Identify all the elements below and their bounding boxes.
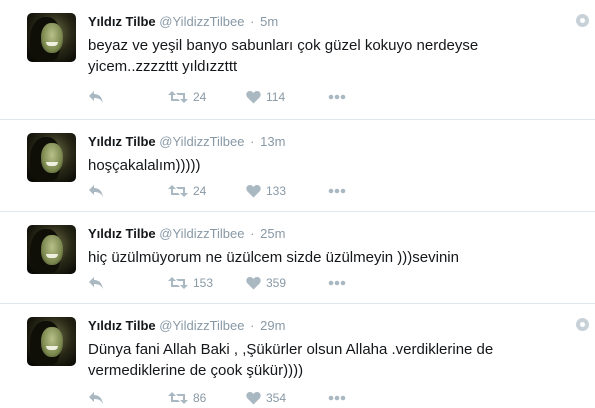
- more-dots-icon: [328, 280, 346, 286]
- retweet-count: 24: [193, 184, 207, 198]
- username[interactable]: @YildizzTilbee: [159, 14, 244, 29]
- reply-icon: [89, 392, 103, 404]
- separator: ·: [250, 134, 255, 149]
- heart-icon: [246, 184, 261, 198]
- like-button[interactable]: 359: [246, 274, 286, 292]
- tweet-actions: 24 133: [88, 182, 388, 200]
- username[interactable]: @YildizzTilbee: [159, 134, 244, 149]
- username[interactable]: @YildizzTilbee: [159, 226, 244, 241]
- tweet-item[interactable]: Yıldız Tilbe @YildizzTilbee · 5m beyaz v…: [0, 0, 595, 120]
- more-button[interactable]: [328, 274, 346, 292]
- tweet-text: Dünya fani Allah Baki , ,Şükürler olsun …: [88, 341, 494, 379]
- more-button[interactable]: [328, 88, 346, 106]
- tweet-item[interactable]: Yıldız Tilbe @YildizzTilbee · 13m hoşçak…: [0, 120, 595, 212]
- retweet-button[interactable]: 24: [168, 88, 206, 106]
- reply-button[interactable]: [88, 389, 104, 407]
- tweet-header: Yıldız Tilbe @YildizzTilbee · 25m: [88, 226, 285, 241]
- tweet-item[interactable]: Yıldız Tilbe @YildizzTilbee · 29m Dünya …: [0, 304, 595, 408]
- tweet-actions: 86 354: [88, 389, 388, 407]
- retweet-button[interactable]: 86: [168, 389, 206, 407]
- retweet-count: 86: [193, 391, 207, 405]
- gear-icon[interactable]: [576, 14, 589, 27]
- reply-button[interactable]: [88, 182, 104, 200]
- reply-icon: [89, 91, 103, 103]
- heart-icon: [246, 391, 261, 405]
- username[interactable]: @YildizzTilbee: [159, 318, 244, 333]
- reply-button[interactable]: [88, 274, 104, 292]
- display-name[interactable]: Yıldız Tilbe: [88, 14, 156, 29]
- retweet-icon: [168, 185, 188, 197]
- gear-icon[interactable]: [576, 318, 589, 331]
- display-name[interactable]: Yıldız Tilbe: [88, 318, 156, 333]
- tweet-text: beyaz ve yeşil banyo sabunları çok güzel…: [88, 37, 479, 75]
- retweet-count: 24: [193, 90, 207, 104]
- separator: ·: [250, 318, 255, 333]
- timestamp[interactable]: 29m: [260, 318, 285, 333]
- like-button[interactable]: 354: [246, 389, 286, 407]
- reply-icon: [89, 277, 103, 289]
- like-count: 359: [266, 276, 287, 290]
- like-count: 133: [266, 184, 287, 198]
- tweet-header: Yıldız Tilbe @YildizzTilbee · 13m: [88, 134, 285, 149]
- tweet-header: Yıldız Tilbe @YildizzTilbee · 29m: [88, 318, 285, 333]
- more-button[interactable]: [328, 182, 346, 200]
- display-name[interactable]: Yıldız Tilbe: [88, 134, 156, 149]
- display-name[interactable]: Yıldız Tilbe: [88, 226, 156, 241]
- profile-photo[interactable]: [27, 317, 76, 366]
- retweet-button[interactable]: 153: [168, 274, 213, 292]
- profile-photo[interactable]: [27, 225, 76, 274]
- tweet-actions: 24 114: [88, 88, 388, 106]
- more-dots-icon: [328, 395, 346, 401]
- reply-button[interactable]: [88, 88, 104, 106]
- tweet-item[interactable]: Yıldız Tilbe @YildizzTilbee · 25m hiç üz…: [0, 212, 595, 304]
- separator: ·: [250, 226, 255, 241]
- more-button[interactable]: [328, 389, 346, 407]
- separator: ·: [250, 14, 255, 29]
- timestamp[interactable]: 13m: [260, 134, 285, 149]
- reply-icon: [89, 185, 103, 197]
- heart-icon: [246, 90, 261, 104]
- heart-icon: [246, 276, 261, 290]
- retweet-icon: [168, 392, 188, 404]
- like-button[interactable]: 133: [246, 182, 286, 200]
- timestamp[interactable]: 5m: [260, 14, 278, 29]
- tweet-text: hiç üzülmüyorum ne üzülcem sizde üzülmey…: [88, 249, 459, 266]
- like-button[interactable]: 114: [246, 88, 285, 106]
- profile-photo[interactable]: [27, 13, 76, 62]
- retweet-icon: [168, 91, 188, 103]
- tweet-text: hoşçakalalım))))): [88, 157, 201, 174]
- tweet-header: Yıldız Tilbe @YildizzTilbee · 5m: [88, 14, 278, 29]
- timestamp[interactable]: 25m: [260, 226, 285, 241]
- tweet-timeline: Yıldız Tilbe @YildizzTilbee · 5m beyaz v…: [0, 0, 595, 408]
- like-count: 354: [266, 391, 287, 405]
- retweet-icon: [168, 277, 188, 289]
- retweet-count: 153: [193, 276, 214, 290]
- tweet-actions: 153 359: [88, 274, 388, 292]
- more-dots-icon: [328, 188, 346, 194]
- like-count: 114: [266, 90, 286, 104]
- profile-photo[interactable]: [27, 133, 76, 182]
- retweet-button[interactable]: 24: [168, 182, 206, 200]
- more-dots-icon: [328, 94, 346, 100]
